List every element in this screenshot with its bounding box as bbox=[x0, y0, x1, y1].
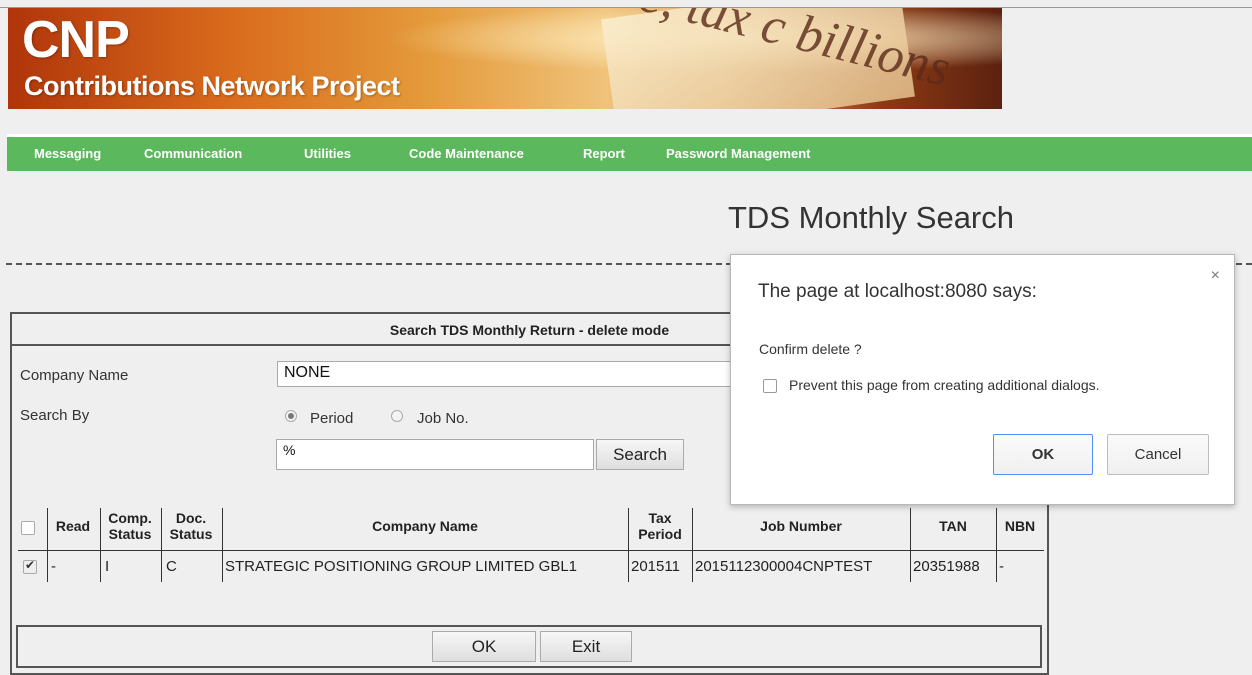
company-name-label: Company Name bbox=[20, 367, 129, 384]
nav-item-code-maintenance[interactable]: Code Maintenance bbox=[409, 146, 524, 161]
cell-nbn: - bbox=[999, 558, 1004, 575]
prevent-dialogs-checkbox[interactable] bbox=[763, 379, 777, 393]
col-tax-period-2: Period bbox=[638, 526, 682, 542]
prevent-dialogs-label[interactable]: Prevent this page from creating addition… bbox=[789, 377, 1100, 393]
search-by-label: Search By bbox=[20, 407, 90, 424]
app-subtitle: Contributions Network Project bbox=[24, 71, 400, 101]
nav-item-utilities[interactable]: Utilities bbox=[304, 146, 351, 161]
cell-doc-status: C bbox=[166, 558, 177, 575]
search-input[interactable]: % bbox=[276, 439, 594, 470]
col-comp-status-2: Status bbox=[108, 526, 152, 542]
col-read: Read bbox=[55, 518, 91, 534]
cell-tan: 20351988 bbox=[913, 558, 980, 575]
select-all-checkbox[interactable] bbox=[21, 521, 35, 535]
period-radio-label: Period bbox=[310, 410, 354, 427]
dialog-ok-button[interactable]: OK bbox=[993, 434, 1093, 475]
dialog-cancel-button[interactable]: Cancel bbox=[1107, 434, 1209, 475]
col-nbn: NBN bbox=[1004, 518, 1036, 534]
dialog-title: The page at localhost:8080 says: bbox=[758, 281, 1037, 302]
main-nav: Messaging Communication Utilities Code M… bbox=[7, 134, 1252, 171]
cell-comp-status: I bbox=[105, 558, 110, 575]
app-logo: CNP bbox=[22, 11, 130, 69]
header-banner: re, tax c billions CNP Contributions Net… bbox=[8, 8, 1002, 109]
col-doc-status-2: Status bbox=[169, 526, 213, 542]
page-title: TDS Monthly Search bbox=[728, 200, 1014, 235]
col-comp-status-1: Comp. bbox=[108, 510, 152, 526]
nav-item-report[interactable]: Report bbox=[583, 146, 625, 161]
company-name-field[interactable]: NONE bbox=[277, 361, 737, 387]
cell-job-number: 2015112300004CNPTEST bbox=[695, 558, 873, 575]
nav-item-messaging[interactable]: Messaging bbox=[34, 146, 101, 161]
col-company-name: Company Name bbox=[372, 518, 478, 534]
col-tan: TAN bbox=[939, 518, 967, 534]
period-radio[interactable] bbox=[285, 410, 297, 422]
row-checkbox[interactable] bbox=[23, 558, 37, 574]
close-icon[interactable]: × bbox=[1211, 267, 1220, 285]
dialog-message: Confirm delete ? bbox=[759, 341, 862, 357]
exit-button[interactable]: Exit bbox=[540, 631, 632, 662]
col-tax-period-1: Tax bbox=[648, 510, 672, 526]
cell-company-name: STRATEGIC POSITIONING GROUP LIMITED GBL1 bbox=[225, 558, 578, 575]
nav-item-communication[interactable]: Communication bbox=[144, 146, 242, 161]
cell-read: - bbox=[51, 558, 56, 575]
job-no-radio[interactable] bbox=[391, 410, 403, 422]
job-no-radio-label: Job No. bbox=[417, 410, 469, 427]
cell-tax-period: 201511 bbox=[631, 558, 680, 575]
action-bar: OK Exit bbox=[16, 625, 1042, 668]
col-doc-status-1: Doc. bbox=[175, 510, 207, 526]
nav-item-password-management[interactable]: Password Management bbox=[666, 146, 811, 161]
ok-button[interactable]: OK bbox=[432, 631, 536, 662]
col-job-number: Job Number bbox=[760, 518, 842, 534]
search-button[interactable]: Search bbox=[596, 439, 684, 470]
confirm-dialog: × The page at localhost:8080 says: Confi… bbox=[730, 254, 1235, 505]
